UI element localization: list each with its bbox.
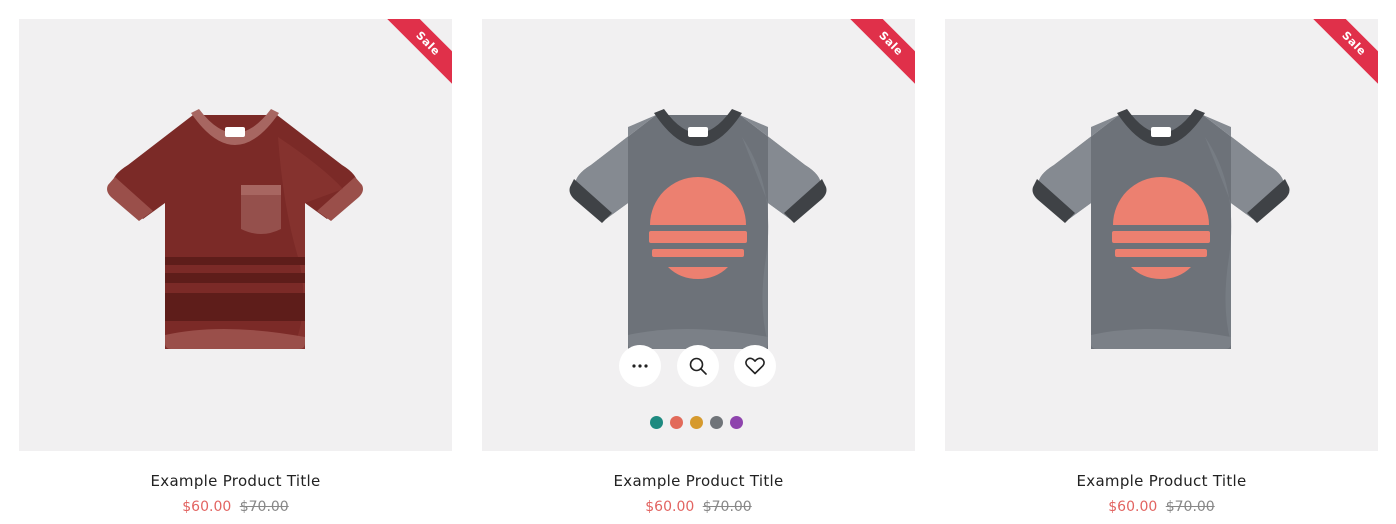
product-title[interactable]: Example Product Title <box>945 472 1378 490</box>
heart-icon <box>745 357 765 375</box>
product-prices: $60.00 $70.00 <box>482 499 915 515</box>
maroon-tshirt-image <box>107 109 363 349</box>
color-swatch-gray[interactable] <box>710 416 723 429</box>
sale-ribbon: Sale <box>382 19 452 89</box>
gray-sunset-tshirt-image <box>1032 109 1290 349</box>
product-actions <box>619 345 779 387</box>
regular-price: $70.00 <box>702 499 752 515</box>
product-card[interactable]: Sale Example Product Title $60.00 $70.00 <box>19 19 452 515</box>
product-card[interactable]: Sale Example Product Title $60.00 $70.00 <box>945 19 1378 515</box>
product-prices: $60.00 $70.00 <box>19 499 452 515</box>
product-info: Example Product Title $60.00 $70.00 <box>945 472 1378 515</box>
product-info: Example Product Title $60.00 $70.00 <box>482 472 915 515</box>
sale-badge: Sale <box>845 19 915 89</box>
color-swatch-teal[interactable] <box>650 416 663 429</box>
sale-price: $60.00 <box>182 499 232 515</box>
color-swatch-purple[interactable] <box>730 416 743 429</box>
sale-ribbon: Sale <box>1308 19 1378 89</box>
product-image[interactable]: Sale <box>945 19 1378 451</box>
quick-view-button[interactable] <box>677 345 719 387</box>
product-card[interactable]: Sale Example Product Title $60.00 $70.00 <box>482 19 915 515</box>
gray-sunset-tshirt-image <box>569 109 827 349</box>
sale-price: $60.00 <box>645 499 695 515</box>
product-title[interactable]: Example Product Title <box>19 472 452 490</box>
color-swatch-mustard[interactable] <box>690 416 703 429</box>
more-options-icon <box>632 364 648 368</box>
product-image[interactable]: Sale <box>19 19 452 451</box>
regular-price: $70.00 <box>1165 499 1215 515</box>
wishlist-button[interactable] <box>734 345 776 387</box>
product-prices: $60.00 $70.00 <box>945 499 1378 515</box>
regular-price: $70.00 <box>239 499 289 515</box>
search-icon <box>689 357 707 375</box>
product-info: Example Product Title $60.00 $70.00 <box>19 472 452 515</box>
product-grid: Sale Example Product Title $60.00 $70.00… <box>0 0 1396 524</box>
sale-badge: Sale <box>1308 19 1378 89</box>
product-image[interactable]: Sale <box>482 19 915 451</box>
sale-ribbon: Sale <box>845 19 915 89</box>
color-swatch-coral[interactable] <box>670 416 683 429</box>
sale-price: $60.00 <box>1108 499 1158 515</box>
sale-badge: Sale <box>382 19 452 89</box>
product-title[interactable]: Example Product Title <box>482 472 915 490</box>
more-options-button[interactable] <box>619 345 661 387</box>
